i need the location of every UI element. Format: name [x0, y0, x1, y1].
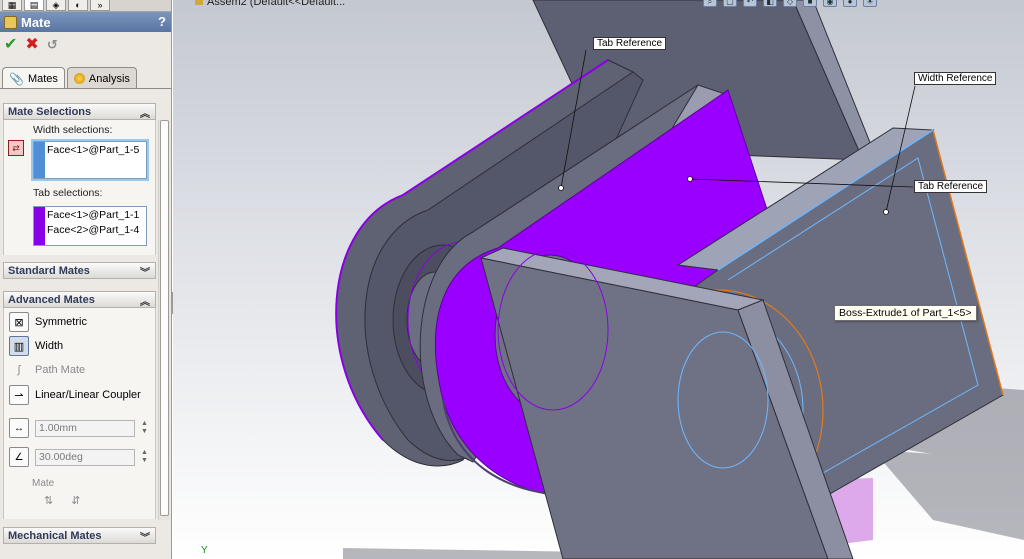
display-manager-tab-icon[interactable]: ◐ [68, 0, 88, 11]
feature-tree-tab-icon[interactable]: ▦ [2, 0, 22, 11]
standard-mates-header[interactable]: Standard Mates ︾ [3, 262, 156, 279]
assembly-icon [195, 0, 203, 5]
tab-selection-color-strip [34, 207, 45, 245]
path-mate-label: Path Mate [35, 364, 86, 376]
property-manager-title: Mate [21, 14, 51, 30]
zoom-to-fit-icon[interactable]: ⌕ [703, 0, 717, 7]
help-button[interactable]: ? [158, 14, 166, 29]
x-icon[interactable]: ✖ [25, 37, 38, 53]
mate-tabs: 📎 Mates Analysis [2, 67, 137, 89]
collapse-chevron-icon[interactable]: ︽ [140, 105, 150, 120]
zoom-area-icon[interactable]: ▢ [723, 0, 737, 7]
document-title: Assem2 (Default<<Default... [195, 0, 345, 8]
hide-show-icon[interactable]: ◉ [823, 0, 837, 7]
tab-reference-callout[interactable]: Tab Reference [914, 180, 988, 193]
tab-mates[interactable]: 📎 Mates [2, 67, 65, 89]
distance-input[interactable] [35, 419, 135, 437]
advanced-mates-group: ⊠ Symmetric ▥ Width ∫ Path Mate ⇀ Linear… [3, 308, 156, 519]
width-selections-label: Width selections: [33, 124, 113, 136]
check-icon[interactable]: ✔ [4, 37, 17, 53]
width-icon: ▥ [9, 336, 29, 356]
tab-selection-item[interactable]: Face<2>@Part_1-4 [47, 224, 139, 236]
mechanical-mates-title: Mechanical Mates [8, 529, 102, 542]
tab-analysis[interactable]: Analysis [66, 67, 137, 89]
document-title-text: Assem2 (Default<<Default... [207, 0, 346, 8]
display-style-icon[interactable]: ■ [803, 0, 817, 7]
mate-selections-title: Mate Selections [8, 105, 92, 118]
tab-analysis-label: Analysis [88, 72, 130, 85]
path-mate-option[interactable]: ∫ Path Mate [9, 360, 85, 380]
distance-icon[interactable]: ↔ [9, 418, 29, 438]
configuration-tab-icon[interactable]: ◈ [46, 0, 66, 11]
advanced-mates-title: Advanced Mates [8, 293, 95, 306]
edit-appearance-icon[interactable]: ● [843, 0, 857, 7]
angle-spinner[interactable]: ▲ ▼ [141, 449, 148, 465]
width-mate-option[interactable]: ▥ Width [9, 336, 63, 356]
pushpin-icon[interactable]: ↺ [47, 37, 58, 53]
more-tabs-icon[interactable]: » [90, 0, 110, 11]
previous-view-icon[interactable]: ↶ [743, 0, 757, 7]
width-selections-box[interactable]: Face<1>@Part_1-5 [33, 141, 147, 179]
selection-list-icon: ⇄ [8, 140, 24, 156]
standard-mates-title: Standard Mates [8, 264, 90, 277]
feature-manager-tabs: ▦ ▤ ◈ ◐ » [0, 0, 171, 12]
expand-chevron-icon[interactable]: ︾ [140, 264, 150, 279]
expand-chevron-icon[interactable]: ︾ [140, 529, 150, 544]
hover-tooltip: Boss-Extrude1 of Part_1<5> [834, 305, 977, 321]
mate-alignment-buttons: ⇅ ⇵ [44, 494, 80, 507]
width-reference-callout[interactable]: Width Reference [914, 72, 997, 85]
mate-icon [4, 15, 17, 29]
scrollbar-thumb[interactable] [160, 120, 169, 516]
tab-selections-box[interactable]: Face<1>@Part_1-1 Face<2>@Part_1-4 [33, 206, 147, 246]
mate-selections-group: Width selections: ⇄ Face<1>@Part_1-5 Tab… [3, 120, 156, 255]
reference-triad-y-axis: Y [201, 545, 208, 556]
graphics-area[interactable]: Assem2 (Default<<Default... ⌕ ▢ ↶ ◧ ◇ ■ … [173, 0, 1024, 559]
tab-selection-item[interactable]: Face<1>@Part_1-1 [47, 209, 139, 221]
advanced-mates-header[interactable]: Advanced Mates ︽ [3, 291, 156, 308]
property-manager: ▦ ▤ ◈ ◐ » Mate ? ✔ ✖ ↺ 📎 Mates Analysis [0, 0, 172, 559]
mechanical-mates-header[interactable]: Mechanical Mates ︾ [3, 527, 156, 544]
property-manager-title-bar: Mate ? [0, 12, 171, 32]
symmetric-icon: ⊠ [9, 312, 29, 332]
linear-coupler-label: Linear/Linear Coupler [35, 389, 141, 401]
distance-spinner[interactable]: ▲ ▼ [141, 420, 148, 436]
tab-selections-label: Tab selections: [33, 187, 103, 199]
heads-up-view-toolbar: ⌕ ▢ ↶ ◧ ◇ ■ ◉ ● ☀ [703, 0, 877, 7]
mate-selections-header[interactable]: Mate Selections ︽ [3, 103, 156, 120]
section-view-icon[interactable]: ◧ [763, 0, 777, 7]
angle-row: ∠ ▲▼ [9, 447, 148, 467]
distance-row: ↔ ▲▼ [9, 418, 148, 438]
width-selection-item[interactable]: Face<1>@Part_1-5 [47, 144, 139, 156]
angle-icon[interactable]: ∠ [9, 447, 29, 467]
tab-divider [0, 88, 171, 89]
tab-mates-label: Mates [27, 72, 58, 85]
property-manager-tab-icon[interactable]: ▤ [24, 0, 44, 11]
assembly-model-view[interactable] [173, 0, 1024, 559]
angle-input[interactable] [35, 448, 135, 466]
collapse-chevron-icon[interactable]: ︽ [140, 293, 150, 308]
linear-coupler-icon: ⇀ [9, 385, 29, 405]
solidworks-window: ▦ ▤ ◈ ◐ » Mate ? ✔ ✖ ↺ 📎 Mates Analysis [0, 0, 1024, 559]
anti-aligned-icon[interactable]: ⇵ [71, 494, 80, 507]
aligned-icon[interactable]: ⇅ [44, 494, 53, 507]
apply-scene-icon[interactable]: ☀ [863, 0, 877, 7]
symmetric-mate-option[interactable]: ⊠ Symmetric [9, 312, 87, 332]
paperclip-icon: 📎 [9, 71, 24, 86]
linear-coupler-mate-option[interactable]: ⇀ Linear/Linear Coupler [9, 385, 141, 405]
analysis-icon [73, 73, 85, 84]
property-manager-scrollbar[interactable] [158, 120, 170, 520]
mate-alignment-label: Mate [32, 478, 55, 489]
ok-cancel-row: ✔ ✖ ↺ [4, 37, 58, 53]
width-label: Width [35, 340, 64, 352]
width-selection-color-strip [34, 142, 45, 178]
tab-reference-callout[interactable]: Tab Reference [593, 37, 667, 50]
symmetric-label: Symmetric [35, 316, 87, 328]
view-orientation-icon[interactable]: ◇ [783, 0, 797, 7]
path-mate-icon: ∫ [17, 364, 21, 376]
